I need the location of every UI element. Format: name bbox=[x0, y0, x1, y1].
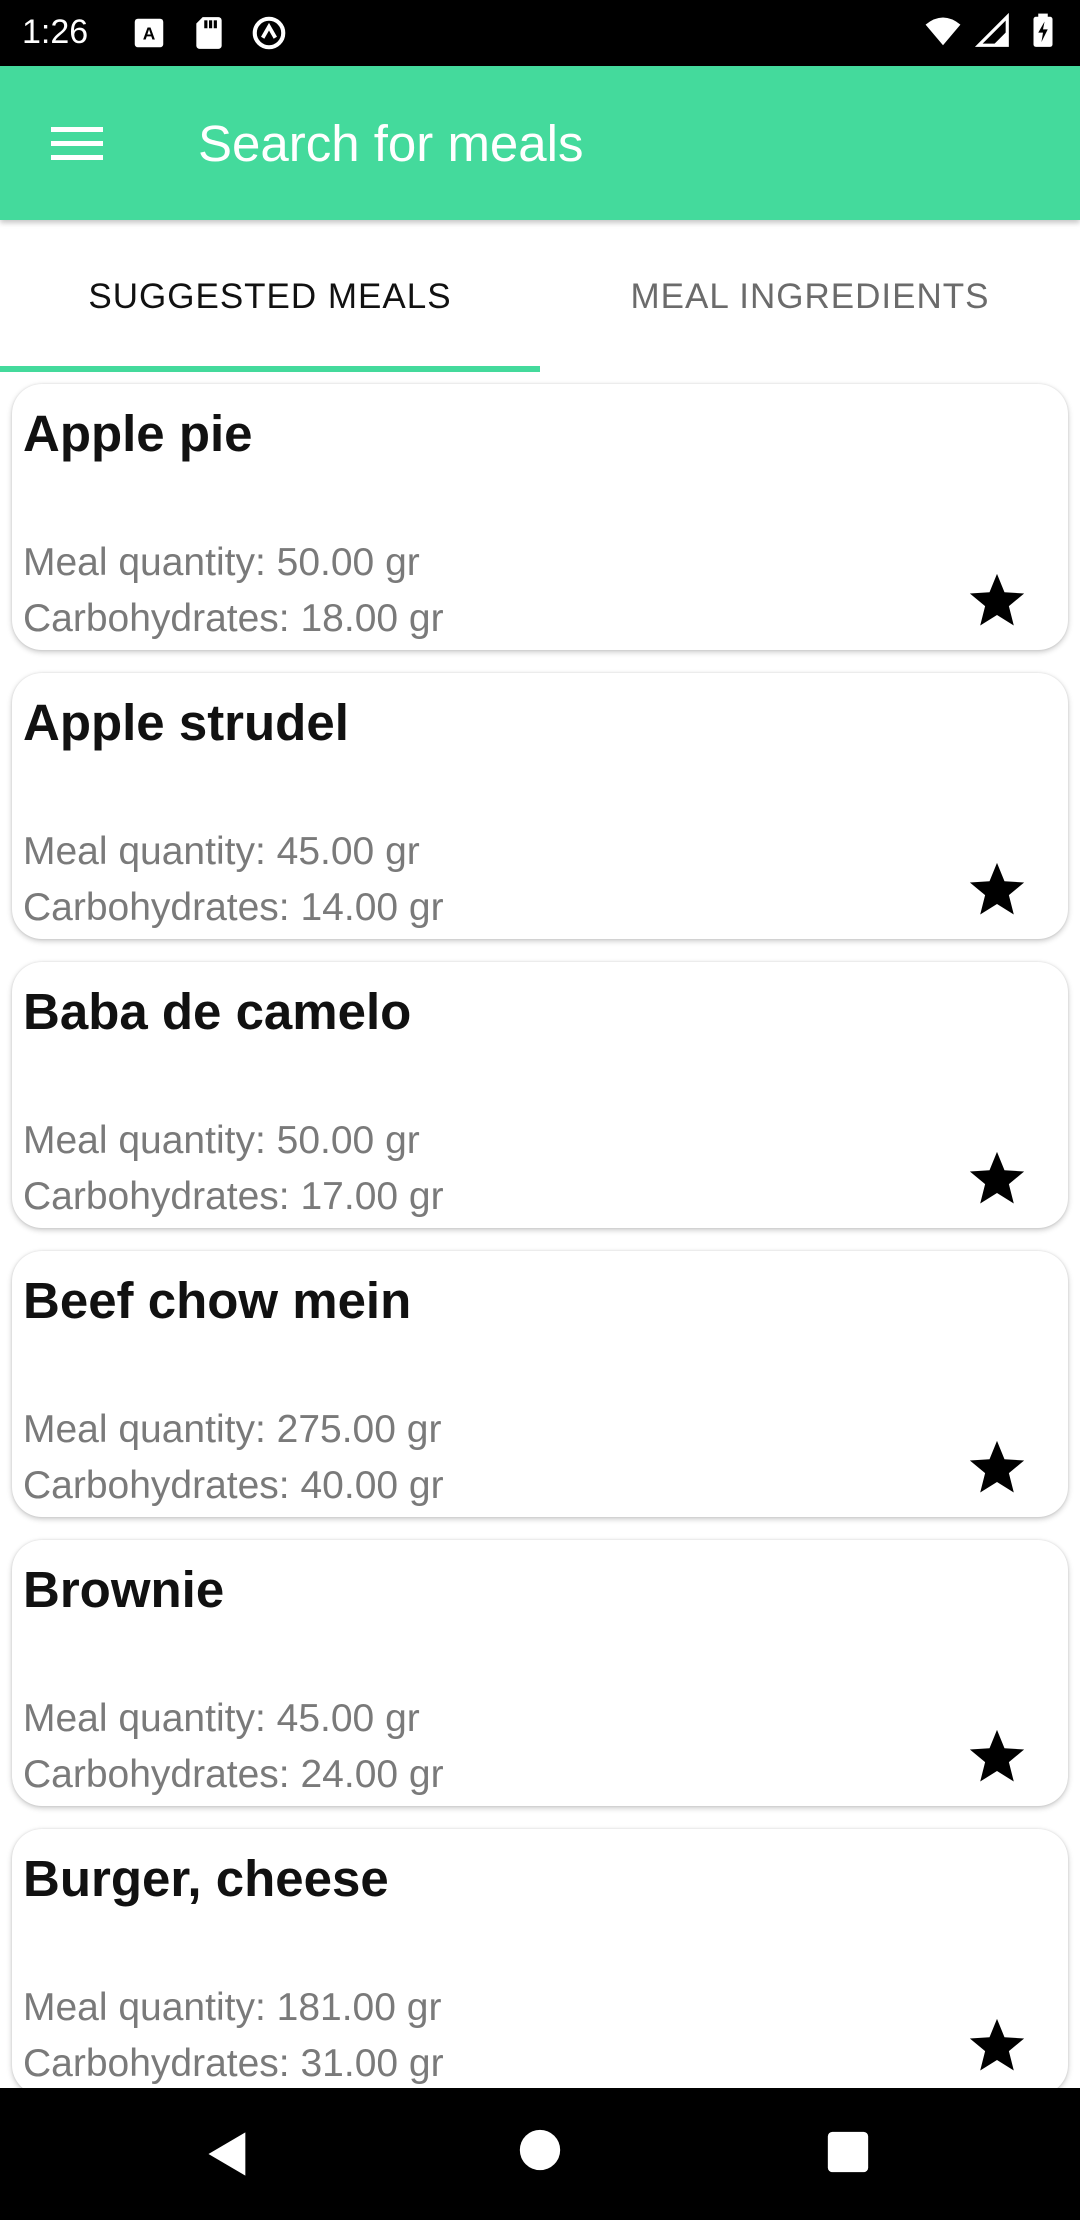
meal-quantity: Meal quantity: 45.00 gr bbox=[23, 830, 420, 873]
home-icon[interactable] bbox=[518, 2128, 562, 2172]
tab-indicator bbox=[0, 366, 540, 372]
meal-quantity: Meal quantity: 50.00 gr bbox=[23, 541, 420, 584]
meal-carbohydrates: Carbohydrates: 40.00 gr bbox=[23, 1464, 444, 1507]
star-icon[interactable] bbox=[966, 570, 1028, 632]
tab-suggested-meals[interactable]: SUGGESTED MEALS bbox=[0, 220, 540, 374]
status-time: 1:26 bbox=[22, 13, 89, 51]
meal-name: Apple pie bbox=[23, 405, 253, 462]
wifi-icon bbox=[925, 17, 961, 46]
star-icon[interactable] bbox=[966, 1148, 1028, 1210]
app-bar: Search for meals bbox=[0, 66, 1080, 220]
star-icon[interactable] bbox=[966, 1437, 1028, 1499]
status-bar: 1:26 A bbox=[0, 0, 1080, 66]
tab-meal-ingredients[interactable]: MEAL INGREDIENTS bbox=[540, 220, 1080, 374]
meal-card[interactable]: Apple strudel Meal quantity: 45.00 gr Ca… bbox=[12, 673, 1068, 939]
page-title: Search for meals bbox=[198, 115, 584, 172]
star-icon[interactable] bbox=[966, 859, 1028, 921]
tab-bar: SUGGESTED MEALS MEAL INGREDIENTS bbox=[0, 220, 1080, 374]
meal-card[interactable]: Baba de camelo Meal quantity: 50.00 gr C… bbox=[12, 962, 1068, 1228]
meal-carbohydrates: Carbohydrates: 31.00 gr bbox=[23, 2042, 444, 2085]
meal-quantity: Meal quantity: 181.00 gr bbox=[23, 1986, 442, 2029]
meal-name: Apple strudel bbox=[23, 694, 349, 751]
status-left-icons: A bbox=[130, 14, 288, 52]
meal-carbohydrates: Carbohydrates: 24.00 gr bbox=[23, 1753, 444, 1796]
menu-line bbox=[51, 154, 103, 160]
signal-icon bbox=[974, 12, 1009, 47]
meal-name: Baba de camelo bbox=[23, 983, 412, 1040]
menu-line bbox=[51, 140, 103, 146]
meal-carbohydrates: Carbohydrates: 18.00 gr bbox=[23, 597, 444, 640]
meal-carbohydrates: Carbohydrates: 17.00 gr bbox=[23, 1175, 444, 1218]
svg-text:A: A bbox=[143, 23, 156, 43]
meal-quantity: Meal quantity: 45.00 gr bbox=[23, 1697, 420, 1740]
star-icon[interactable] bbox=[966, 1726, 1028, 1788]
no-disturb-icon bbox=[252, 16, 286, 50]
star-icon[interactable] bbox=[966, 2015, 1028, 2077]
meal-quantity: Meal quantity: 50.00 gr bbox=[23, 1119, 420, 1162]
meal-card[interactable]: Beef chow mein Meal quantity: 275.00 gr … bbox=[12, 1251, 1068, 1517]
meal-card[interactable]: Brownie Meal quantity: 45.00 gr Carbohyd… bbox=[12, 1540, 1068, 1806]
menu-line bbox=[51, 126, 103, 132]
meal-name: Brownie bbox=[23, 1561, 225, 1618]
meal-card[interactable]: Apple pie Meal quantity: 50.00 gr Carboh… bbox=[12, 384, 1068, 650]
recents-icon[interactable] bbox=[826, 2130, 870, 2174]
hamburger-menu-icon[interactable] bbox=[40, 111, 114, 175]
battery-charging-icon bbox=[1033, 13, 1053, 47]
meal-carbohydrates: Carbohydrates: 14.00 gr bbox=[23, 886, 444, 929]
meal-card[interactable]: Burger, cheese Meal quantity: 181.00 gr … bbox=[12, 1829, 1068, 2088]
meal-quantity: Meal quantity: 275.00 gr bbox=[23, 1408, 442, 1451]
meal-list[interactable]: Apple pie Meal quantity: 50.00 gr Carboh… bbox=[0, 374, 1080, 2088]
system-nav-bar bbox=[0, 2088, 1080, 2220]
status-right-icons bbox=[924, 12, 1062, 50]
meal-name: Burger, cheese bbox=[23, 1850, 389, 1907]
meal-name: Beef chow mein bbox=[23, 1272, 412, 1329]
sd-card-icon bbox=[196, 17, 222, 49]
text-a-icon: A bbox=[134, 18, 164, 48]
back-icon[interactable] bbox=[202, 2128, 254, 2180]
